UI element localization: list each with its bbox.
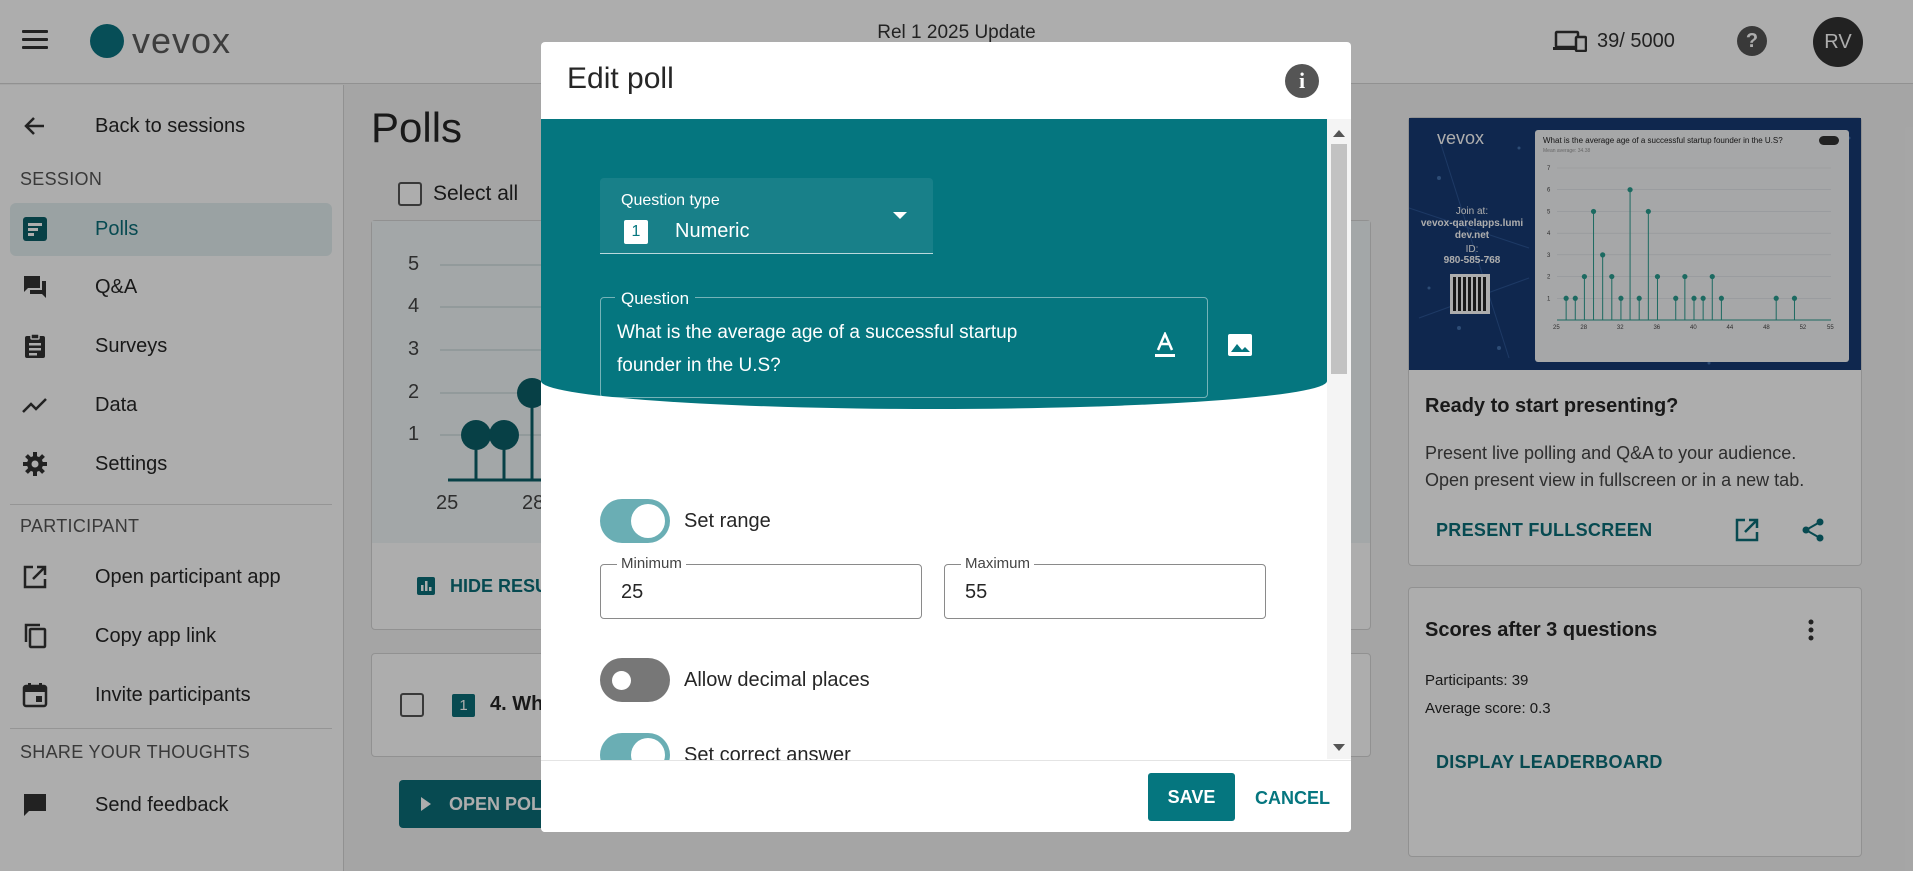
dialog-title: Edit poll — [567, 62, 674, 95]
question-type-label: Question type — [621, 192, 720, 209]
scroll-up-icon[interactable] — [1333, 130, 1345, 137]
info-icon[interactable]: i — [1285, 64, 1319, 98]
set-range-label: Set range — [684, 510, 771, 532]
set-range-toggle[interactable] — [600, 499, 670, 543]
question-label: Question — [615, 289, 696, 309]
maximum-field[interactable] — [944, 564, 1266, 619]
minimum-label: Minimum — [617, 555, 686, 572]
save-button[interactable]: SAVE — [1148, 773, 1235, 821]
maximum-label: Maximum — [961, 555, 1035, 572]
clipped-row: Set correct answer — [541, 732, 1327, 760]
allow-decimals-label: Allow decimal places — [684, 669, 870, 691]
minimum-field[interactable] — [600, 564, 922, 619]
toggle-knob — [612, 671, 631, 690]
toggle-knob — [631, 504, 665, 538]
question-type-value: Numeric — [675, 220, 750, 242]
cancel-button[interactable]: CANCEL — [1255, 788, 1330, 809]
scroll-down-icon[interactable] — [1333, 744, 1345, 751]
allow-decimals-toggle[interactable] — [600, 658, 670, 702]
set-correct-label: Set correct answer — [684, 744, 851, 760]
toggle-knob — [631, 738, 665, 760]
chevron-down-icon — [893, 212, 907, 219]
edit-poll-dialog: Edit poll i Question type 1 Numeric Ques… — [541, 42, 1351, 832]
minimum-value[interactable]: 25 — [621, 581, 643, 604]
text-format-icon[interactable] — [1153, 332, 1177, 358]
scrollbar-thumb[interactable] — [1331, 144, 1347, 374]
image-icon[interactable] — [1227, 332, 1253, 358]
set-correct-toggle[interactable] — [600, 733, 670, 760]
question-type-select[interactable] — [600, 178, 933, 254]
numeric-type-icon: 1 — [624, 220, 648, 244]
question-text[interactable]: What is the average age of a successful … — [617, 316, 1067, 382]
maximum-value[interactable]: 55 — [965, 581, 987, 604]
